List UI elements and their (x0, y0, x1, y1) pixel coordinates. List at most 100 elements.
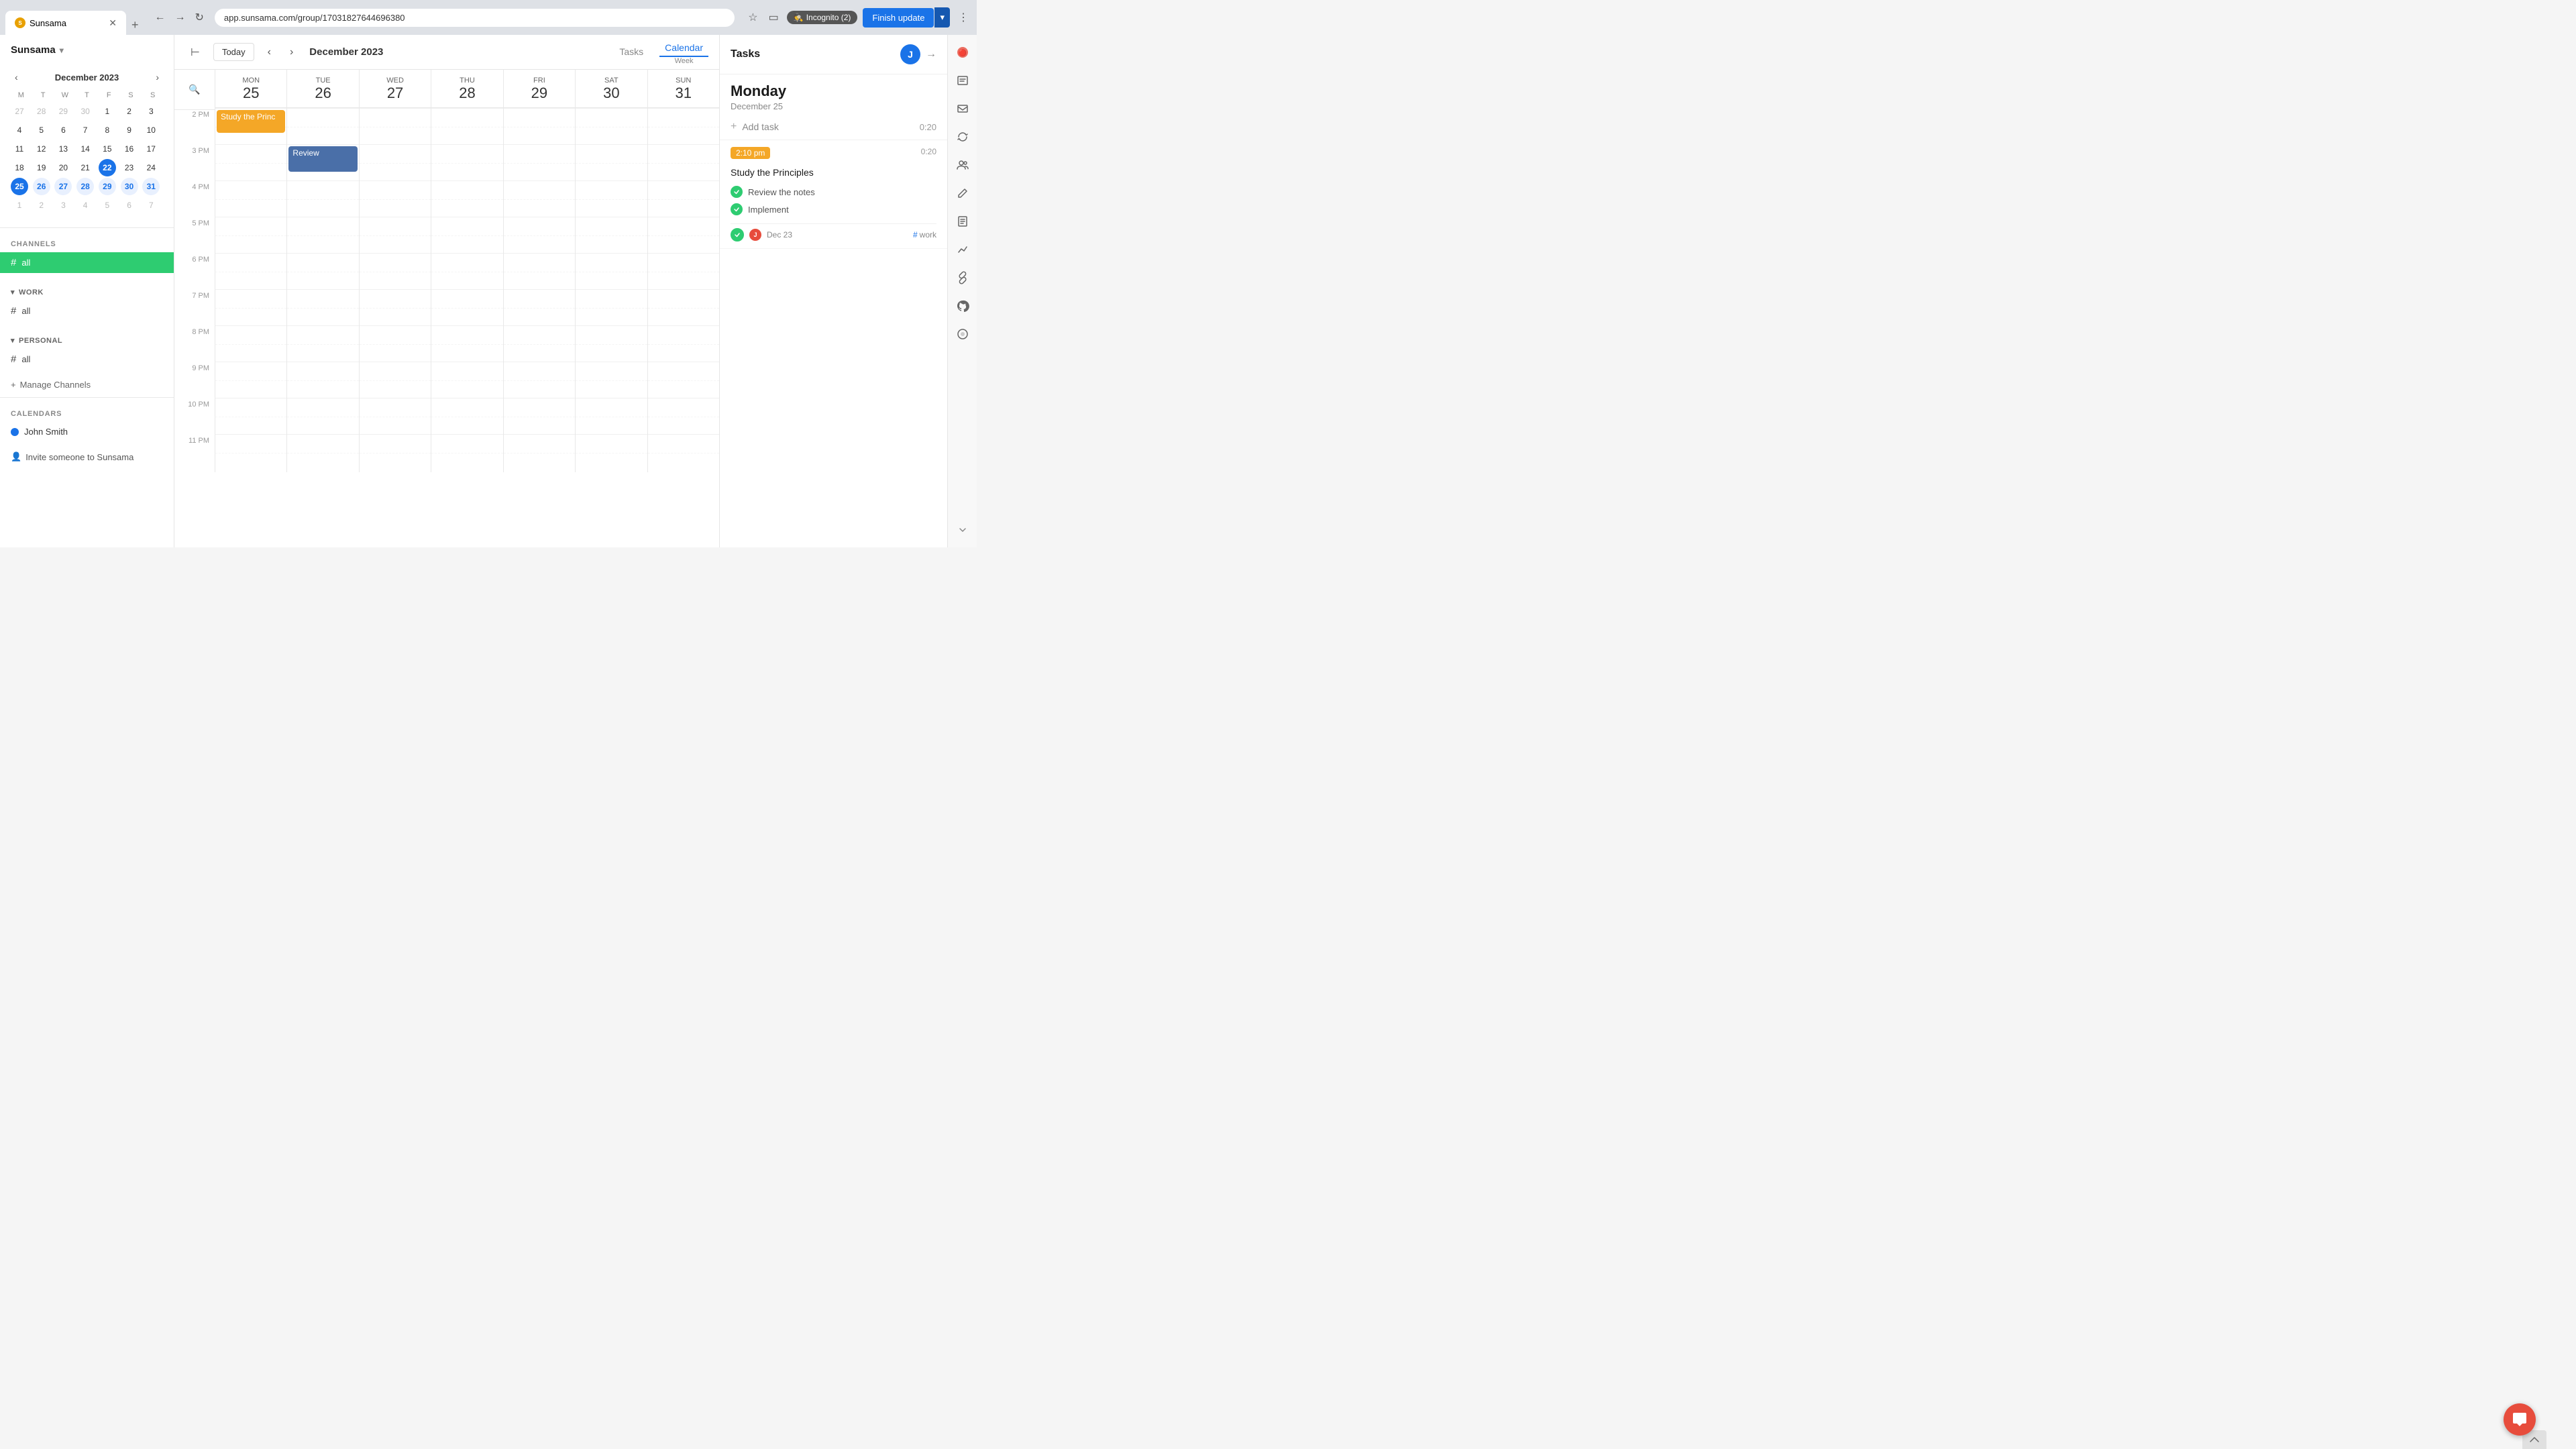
calendar-tab[interactable]: Calendar (659, 40, 708, 57)
cal-day-30p[interactable]: 30 (76, 103, 94, 120)
time-row-fri-5pm[interactable] (504, 217, 575, 253)
forward-button[interactable]: → (172, 9, 189, 26)
time-row-wed-2pm[interactable] (360, 108, 431, 144)
app-title[interactable]: Sunsama ▾ (0, 35, 174, 65)
cal-day-20[interactable]: 20 (54, 159, 72, 176)
chat-bubble-button[interactable] (2504, 1403, 2536, 1436)
time-row-sat-9pm[interactable] (576, 362, 647, 398)
time-row-sun-11pm[interactable] (648, 434, 719, 470)
time-row-fri-10pm[interactable] (504, 398, 575, 434)
right-sidebar-bottom-icon[interactable] (951, 518, 975, 542)
time-row-wed-5pm[interactable] (360, 217, 431, 253)
cal-day-26-sel[interactable]: 26 (33, 178, 50, 195)
cal-day-7n[interactable]: 7 (142, 197, 160, 214)
time-row-tue-7pm[interactable] (287, 289, 358, 325)
task-subtask-1[interactable]: Review the notes (731, 183, 936, 201)
time-row-fri-7pm[interactable] (504, 289, 575, 325)
right-sidebar-icon-chat[interactable] (951, 322, 975, 346)
time-row-wed-10pm[interactable] (360, 398, 431, 434)
add-task-button[interactable]: + Add task 0:20 (720, 114, 947, 140)
cal-day-16[interactable]: 16 (121, 140, 138, 158)
time-row-mon-9pm[interactable] (215, 362, 286, 398)
cal-day-4n[interactable]: 4 (76, 197, 94, 214)
cal-day-29-sel[interactable]: 29 (99, 178, 116, 195)
time-row-thu-2pm[interactable] (431, 108, 502, 144)
time-row-mon-2pm[interactable]: Study the Princ (215, 108, 286, 144)
time-row-wed-4pm[interactable] (360, 180, 431, 217)
cal-day-15[interactable]: 15 (99, 140, 116, 158)
time-row-tue-4pm[interactable] (287, 180, 358, 217)
incognito-badge[interactable]: 🕵 Incognito (2) (787, 11, 858, 24)
cal-day-9[interactable]: 9 (121, 121, 138, 139)
right-sidebar-icon-tasks[interactable] (951, 68, 975, 93)
time-row-mon-7pm[interactable] (215, 289, 286, 325)
cal-day-8[interactable]: 8 (99, 121, 116, 139)
time-row-mon-11pm[interactable] (215, 434, 286, 470)
tasks-tab[interactable]: Tasks (614, 40, 649, 65)
cal-day-27p[interactable]: 27 (11, 103, 28, 120)
cal-day-3n[interactable]: 3 (54, 197, 72, 214)
subtask-1-check-icon[interactable] (731, 186, 743, 198)
tab-close-button[interactable]: ✕ (109, 17, 117, 29)
time-row-tue-6pm[interactable] (287, 253, 358, 289)
right-sidebar-expand-icon[interactable] (951, 518, 975, 542)
cal-day-5[interactable]: 5 (33, 121, 50, 139)
time-row-mon-6pm[interactable] (215, 253, 286, 289)
cal-day-28-sel[interactable]: 28 (76, 178, 94, 195)
cal-collapse-button[interactable]: ⊢ (185, 43, 205, 62)
time-row-wed-11pm[interactable] (360, 434, 431, 470)
time-row-sun-8pm[interactable] (648, 325, 719, 362)
new-tab-button[interactable]: + (126, 15, 144, 35)
cal-day-4[interactable]: 4 (11, 121, 28, 139)
time-row-mon-10pm[interactable] (215, 398, 286, 434)
sidebar-item-personal-all[interactable]: # all (0, 349, 174, 370)
cal-day-18[interactable]: 18 (11, 159, 28, 176)
cal-day-22-today[interactable]: 22 (99, 159, 116, 176)
time-row-wed-6pm[interactable] (360, 253, 431, 289)
cal-day-28p[interactable]: 28 (33, 103, 50, 120)
time-row-sun-2pm[interactable] (648, 108, 719, 144)
sidebar-item-all-channels[interactable]: # all (0, 252, 174, 273)
cal-day-23[interactable]: 23 (121, 159, 138, 176)
right-sidebar-icon-notes[interactable] (951, 209, 975, 233)
cal-next-button[interactable]: › (284, 44, 299, 61)
finish-update-button[interactable]: Finish update (863, 8, 934, 28)
time-row-tue-11pm[interactable] (287, 434, 358, 470)
cal-prev-button[interactable]: ‹ (262, 44, 276, 61)
time-row-sat-8pm[interactable] (576, 325, 647, 362)
cal-day-2[interactable]: 2 (121, 103, 138, 120)
cal-day-17[interactable]: 17 (142, 140, 160, 158)
tasks-user-avatar[interactable]: J (900, 44, 920, 64)
time-row-thu-6pm[interactable] (431, 253, 502, 289)
cal-day-31-sel[interactable]: 31 (142, 178, 160, 195)
time-row-thu-9pm[interactable] (431, 362, 502, 398)
active-tab[interactable]: S Sunsama ✕ (5, 11, 126, 35)
right-sidebar-icon-sync[interactable] (951, 125, 975, 149)
right-sidebar-icon-analytics[interactable] (951, 237, 975, 262)
time-row-thu-4pm[interactable] (431, 180, 502, 217)
cal-day-11[interactable]: 11 (11, 140, 28, 158)
cal-day-1[interactable]: 1 (99, 103, 116, 120)
time-row-sat-2pm[interactable] (576, 108, 647, 144)
cal-day-10[interactable]: 10 (142, 121, 160, 139)
time-row-fri-3pm[interactable] (504, 144, 575, 180)
cal-day-24[interactable]: 24 (142, 159, 160, 176)
tasks-panel-close-button[interactable]: → (926, 48, 936, 60)
personal-section-header[interactable]: ▾ PERSONAL (0, 332, 174, 349)
time-row-sat-3pm[interactable] (576, 144, 647, 180)
cal-day-19[interactable]: 19 (33, 159, 50, 176)
time-row-sun-9pm[interactable] (648, 362, 719, 398)
right-sidebar-icon-notifications[interactable]: 🔴 (951, 40, 975, 64)
today-button[interactable]: Today (213, 43, 254, 61)
mini-cal-prev-button[interactable]: ‹ (11, 70, 22, 84)
event-study-principles[interactable]: Study the Princ (217, 110, 285, 133)
time-row-fri-4pm[interactable] (504, 180, 575, 217)
time-row-sat-5pm[interactable] (576, 217, 647, 253)
mini-cal-next-button[interactable]: › (152, 70, 163, 84)
time-row-fri-9pm[interactable] (504, 362, 575, 398)
time-row-sun-3pm[interactable] (648, 144, 719, 180)
address-bar[interactable] (215, 9, 735, 27)
cal-day-6n[interactable]: 6 (121, 197, 138, 214)
cal-day-1n[interactable]: 1 (11, 197, 28, 214)
task-subtask-2[interactable]: Implement (731, 201, 936, 218)
